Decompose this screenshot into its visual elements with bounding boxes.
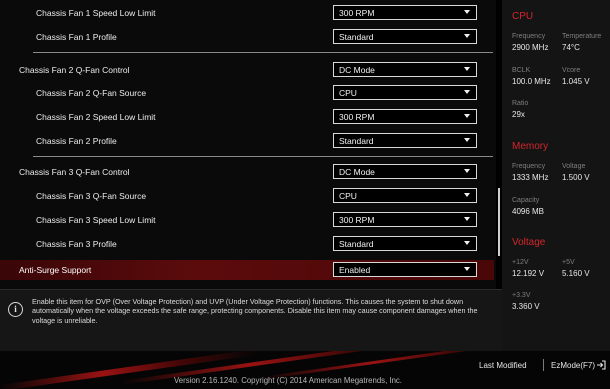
select-value: 300 RPM [339,8,375,18]
setting-row-fan2-qfan-source[interactable]: Chassis Fan 2 Q-Fan Source CPU [0,83,494,103]
dropdown-arrow-icon [464,217,470,221]
setting-label: Chassis Fan 2 Q-Fan Control [19,65,130,75]
bclk-value: 100.0 MHz [512,77,551,86]
footer-separator [543,359,544,371]
section-divider [33,52,493,53]
dropdown-arrow-icon [464,241,470,245]
select-value: Standard [339,136,374,146]
select-value: DC Mode [339,65,375,75]
setting-label: Chassis Fan 2 Speed Low Limit [36,112,156,122]
setting-row-fan2-profile[interactable]: Chassis Fan 2 Profile Standard [0,131,494,151]
setting-row-fan2-qfan-control[interactable]: Chassis Fan 2 Q-Fan Control DC Mode [0,60,494,80]
select-value: CPU [339,191,357,201]
setting-label: Chassis Fan 3 Q-Fan Source [36,191,147,201]
v33-value: 3.360 V [512,302,540,311]
memory-frequency-value: 1333 MHz [512,173,549,182]
exit-arrow-icon[interactable] [596,360,606,370]
hardware-monitor: CPU Frequency Temperature 2900 MHz 74°C … [502,0,610,389]
cpu-section-title: CPU [512,11,534,22]
last-modified-button[interactable]: Last Modified [479,361,527,370]
ratio-label: Ratio [512,100,529,107]
select-value: 300 RPM [339,112,375,122]
capacity-value: 4096 MB [512,207,545,216]
cpu-temperature-label: Temperature [562,33,602,40]
memory-voltage-value: 1.500 V [562,173,590,182]
setting-label: Chassis Fan 2 Q-Fan Source [36,88,147,98]
setting-label: Chassis Fan 3 Speed Low Limit [36,215,156,225]
dropdown-arrow-icon [464,169,470,173]
help-text: Enable this item for OVP (Over Voltage P… [32,297,478,325]
v12-label: +12V [512,259,529,266]
scrollbar[interactable] [498,188,500,256]
footer-bar: Version 2.16.1240. Copyright (C) 2014 Am… [0,351,610,389]
fan3-speed-low-limit-select[interactable]: 300 RPM [333,212,477,227]
fan1-speed-low-limit-select[interactable]: 300 RPM [333,5,477,20]
fan2-speed-low-limit-select[interactable]: 300 RPM [333,109,477,124]
setting-label: Chassis Fan 3 Q-Fan Control [19,167,130,177]
dropdown-arrow-icon [464,138,470,142]
v5-label: +5V [562,259,575,266]
memory-voltage-label: Voltage [562,163,586,170]
setting-row-fan3-qfan-control[interactable]: Chassis Fan 3 Q-Fan Control DC Mode [0,162,494,182]
fan3-profile-select[interactable]: Standard [333,236,477,251]
dropdown-arrow-icon [464,267,470,271]
version-text: Version 2.16.1240. Copyright (C) 2014 Am… [174,376,402,385]
dropdown-arrow-icon [464,90,470,94]
setting-label: Chassis Fan 3 Profile [36,239,117,249]
select-value: DC Mode [339,167,375,177]
dropdown-arrow-icon [464,193,470,197]
dropdown-arrow-icon [464,114,470,118]
fan3-qfan-control-select[interactable]: DC Mode [333,164,477,179]
setting-row-fan1-profile[interactable]: Chassis Fan 1 Profile Standard [0,27,494,47]
v33-label: +3.3V [512,292,531,299]
select-value: 300 RPM [339,215,375,225]
memory-frequency-label: Frequency [512,163,546,170]
bclk-label: BCLK [512,67,531,74]
memory-section-title: Memory [512,141,549,152]
setting-row-fan3-speed-low-limit[interactable]: Chassis Fan 3 Speed Low Limit 300 RPM [0,210,494,230]
fan1-profile-select[interactable]: Standard [333,29,477,44]
setting-row-fan3-profile[interactable]: Chassis Fan 3 Profile Standard [0,234,494,254]
vcore-label: Vcore [562,67,581,74]
cpu-temperature-value: 74°C [562,43,580,52]
vcore-value: 1.045 V [562,77,590,86]
ratio-value: 29x [512,110,525,119]
fan2-profile-select[interactable]: Standard [333,133,477,148]
select-value: CPU [339,88,357,98]
fan3-qfan-source-select[interactable]: CPU [333,188,477,203]
v12-value: 12.192 V [512,269,545,278]
setting-row-fan2-speed-low-limit[interactable]: Chassis Fan 2 Speed Low Limit 300 RPM [0,107,494,127]
cpu-frequency-value: 2900 MHz [512,43,549,52]
dropdown-arrow-icon [464,34,470,38]
help-panel: i Enable this item for OVP (Over Voltage… [0,289,502,351]
info-icon: i [8,302,23,317]
setting-label: Anti-Surge Support [19,265,92,275]
setting-row-fan3-qfan-source[interactable]: Chassis Fan 3 Q-Fan Source CPU [0,186,494,206]
setting-label: Chassis Fan 1 Profile [36,32,117,42]
setting-row-anti-surge[interactable]: Anti-Surge Support Enabled [0,260,494,280]
fan2-qfan-source-select[interactable]: CPU [333,85,477,100]
voltage-section-title: Voltage [512,237,546,248]
select-value: Enabled [339,265,371,275]
setting-label: Chassis Fan 2 Profile [36,136,117,146]
dropdown-arrow-icon [464,67,470,71]
cpu-frequency-label: Frequency [512,33,546,40]
v5-value: 5.160 V [562,269,590,278]
anti-surge-select[interactable]: Enabled [333,262,477,277]
capacity-label: Capacity [512,197,540,204]
select-value: Standard [339,239,374,249]
dropdown-arrow-icon [464,10,470,14]
setting-row-fan1-speed-low-limit[interactable]: Chassis Fan 1 Speed Low Limit 300 RPM [0,3,494,23]
setting-label: Chassis Fan 1 Speed Low Limit [36,8,156,18]
settings-panel: Chassis Fan 1 Speed Low Limit 300 RPM Ch… [0,0,496,289]
fan2-qfan-control-select[interactable]: DC Mode [333,62,477,77]
ezmode-button[interactable]: EzMode(F7) [551,361,595,370]
select-value: Standard [339,32,374,42]
section-divider [33,156,493,157]
